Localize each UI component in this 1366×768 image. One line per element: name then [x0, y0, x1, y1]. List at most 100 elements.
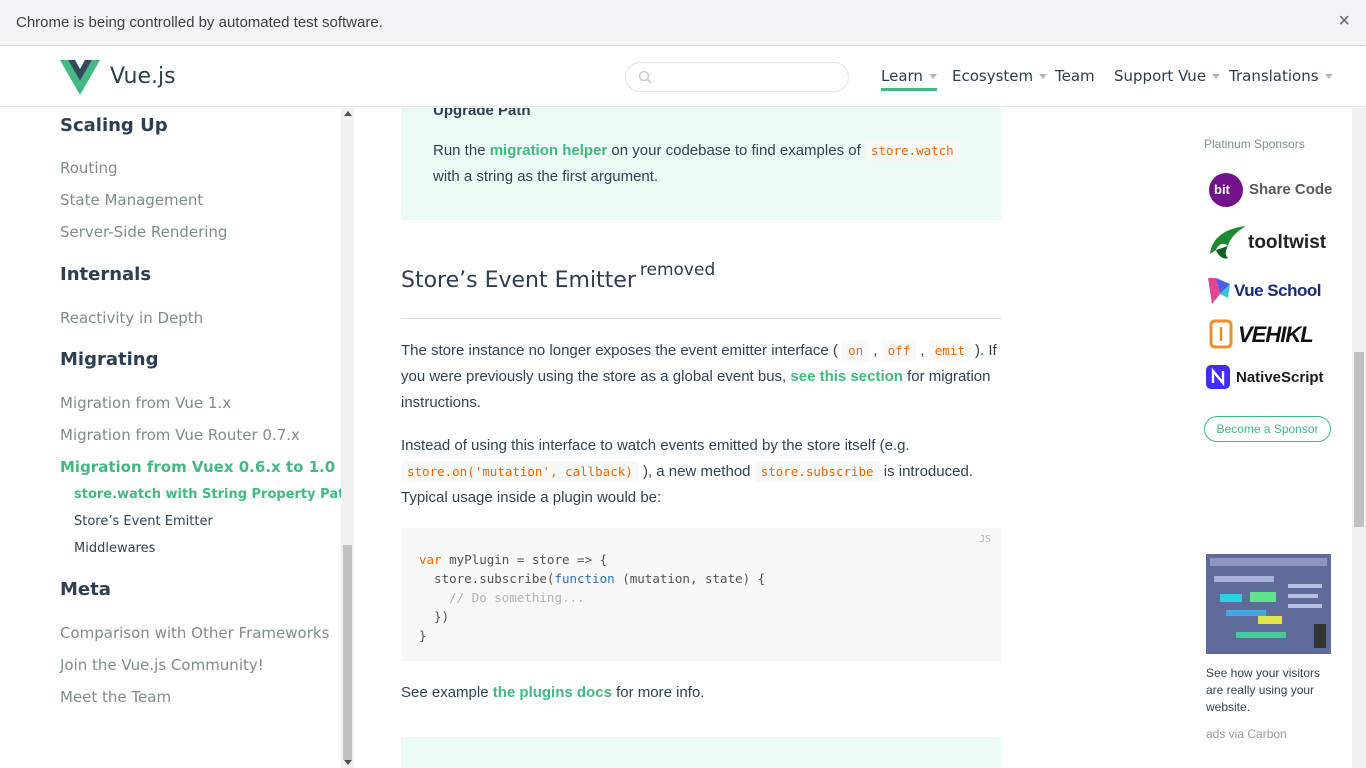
section-heading: Store’s Event Emitter removed [401, 260, 715, 293]
code-keyword: var [419, 552, 442, 567]
upgrade-path-tip: Upgrade Path Run the migration helper on… [401, 108, 1001, 220]
sidebar-item-team[interactable]: Meet the Team [60, 688, 171, 706]
text: , [869, 342, 882, 359]
nav-translations[interactable]: Translations [1229, 67, 1333, 85]
code-block: JS var myPlugin = store => { store.subsc… [401, 528, 1001, 661]
inline-code: off [881, 340, 917, 361]
inline-code: emit [928, 340, 971, 361]
text: , [916, 342, 929, 359]
sponsor-vue-school[interactable]: Vue School [1206, 272, 1336, 310]
search-input[interactable] [658, 67, 838, 87]
nav-team[interactable]: Team [1055, 67, 1095, 85]
sidebar-scroll-thumb[interactable] [343, 545, 352, 760]
nav-support-label: Support Vue [1114, 67, 1207, 85]
become-sponsor-button[interactable]: Become a Sponsor [1204, 416, 1331, 442]
nativescript-logo-icon [1206, 365, 1230, 389]
code-text: myPlugin = store => { [441, 552, 608, 567]
text: for more info. [611, 684, 705, 701]
sidebar: Scaling Up Routing State Management Serv… [0, 108, 341, 768]
site-header: Vue.js Learn Ecosystem Team Support Vue … [0, 47, 1366, 107]
tip-text-part: Run the [433, 142, 490, 159]
tip-title: Upgrade Path [433, 108, 531, 119]
chevron-down-icon [1039, 74, 1048, 79]
sponsors-column: Platinum Sponsors bit Share Code tooltwi… [1186, 108, 1352, 768]
search-box[interactable] [625, 62, 849, 92]
chevron-down-icon [928, 74, 937, 79]
paragraph-event-emitter: The store instance no longer exposes the… [401, 338, 1001, 416]
see-this-section-link[interactable]: see this section [790, 368, 903, 385]
code-content: var myPlugin = store => { store.subscrib… [419, 550, 765, 645]
code-text: store.subscribe( [419, 571, 555, 586]
sidebar-item-migration-router[interactable]: Migration from Vue Router 0.7.x [60, 426, 300, 444]
brand-title[interactable]: Vue.js [110, 64, 176, 89]
sidebar-item-reactivity[interactable]: Reactivity in Depth [60, 309, 203, 327]
paragraph-plugins: See example the plugins docs for more in… [401, 680, 1001, 706]
scroll-up-arrow-icon[interactable] [344, 111, 352, 116]
nav-learn-label: Learn [881, 67, 923, 85]
sidebar-heading-internals: Internals [60, 264, 152, 285]
sidebar-subitem-store-watch[interactable]: store.watch with String Property Path [74, 487, 341, 502]
sidebar-scrollbar[interactable] [341, 108, 354, 768]
sidebar-item-migration-vue1[interactable]: Migration from Vue 1.x [60, 394, 231, 412]
tip-text-part: with a string as the first argument. [433, 168, 659, 185]
carbon-ad-text[interactable]: See how your visitors are really using y… [1206, 665, 1336, 716]
plugins-docs-link[interactable]: the plugins docs [493, 684, 612, 701]
sidebar-item-comparison[interactable]: Comparison with Other Frameworks [60, 624, 329, 642]
code-comment: // Do something... [419, 590, 585, 605]
sponsor-name: Vue School [1234, 281, 1321, 300]
heatmap-screenshot-icon [1206, 554, 1331, 654]
nav-support-vue[interactable]: Support Vue [1114, 67, 1221, 85]
sponsor-nativescript[interactable]: NativeScript [1206, 362, 1336, 400]
sidebar-item-migration-vuex[interactable]: Migration from Vuex 0.6.x to 1.0 [60, 458, 335, 476]
sponsor-vehikl[interactable]: VEHIKL [1206, 316, 1336, 354]
tip-text: Run the migration helper on your codebas… [433, 138, 983, 190]
nav-team-label: Team [1055, 67, 1095, 85]
sidebar-item-ssr[interactable]: Server-Side Rendering [60, 223, 227, 241]
carbon-ad-image[interactable] [1206, 554, 1331, 654]
main-content: Upgrade Path Run the migration helper on… [355, 108, 1185, 768]
text: See example [401, 684, 493, 701]
sponsor-name: VEHIKL [1238, 322, 1314, 347]
sidebar-heading-meta: Meta [60, 579, 111, 600]
paragraph-subscribe: Instead of using this interface to watch… [401, 433, 1001, 511]
page-scroll-thumb[interactable] [1354, 352, 1364, 527]
sidebar-heading-scaling-up: Scaling Up [60, 115, 168, 136]
nav-learn[interactable]: Learn [881, 67, 937, 91]
inline-code: store.on('mutation', callback) [401, 461, 639, 482]
platinum-sponsors-title: Platinum Sponsors [1204, 137, 1305, 151]
removed-badge: removed [639, 260, 716, 280]
nav-ecosystem[interactable]: Ecosystem [952, 67, 1048, 85]
inline-code: store.watch [864, 140, 960, 161]
sidebar-item-state-management[interactable]: State Management [60, 191, 203, 209]
code-text: } [419, 628, 427, 643]
sidebar-subitem-event-emitter[interactable]: Store’s Event Emitter [74, 514, 213, 529]
text: The store instance no longer exposes the… [401, 342, 843, 359]
scroll-down-arrow-icon[interactable] [344, 760, 352, 765]
tip-text-part: on your codebase to find examples of [607, 142, 865, 159]
vehikl-logo-icon [1209, 319, 1233, 349]
inline-code: on [842, 340, 870, 361]
inline-code: store.subscribe [754, 461, 880, 482]
code-language-label: JS [978, 534, 991, 545]
sidebar-item-routing[interactable]: Routing [60, 159, 118, 177]
chevron-down-icon [1212, 74, 1221, 79]
sidebar-item-community[interactable]: Join the Vue.js Community! [60, 656, 264, 674]
sponsor-bit[interactable]: bit Share Code [1206, 172, 1336, 210]
nav-translations-label: Translations [1229, 67, 1319, 85]
sidebar-subitem-middlewares[interactable]: Middlewares [74, 541, 155, 556]
text: Instead of using this interface to watch… [401, 437, 910, 454]
chevron-down-icon [1324, 74, 1333, 79]
tooltwist-logo-icon [1210, 226, 1246, 259]
migration-helper-link[interactable]: migration helper [490, 142, 608, 159]
section-heading-text: Store’s Event Emitter [401, 268, 636, 293]
ads-via-carbon[interactable]: ads via Carbon [1206, 727, 1287, 741]
automation-infobar: Chrome is being controlled by automated … [0, 0, 1366, 46]
page-scrollbar[interactable] [1352, 108, 1366, 768]
close-icon[interactable]: × [1338, 11, 1350, 31]
nav-ecosystem-label: Ecosystem [952, 67, 1034, 85]
vue-logo-icon[interactable] [60, 60, 100, 95]
sponsor-tooltwist[interactable]: tooltwist [1206, 224, 1336, 262]
vue-school-logo-icon [1208, 278, 1230, 304]
text: ), a new method [638, 463, 755, 480]
heading-divider [401, 318, 1001, 319]
